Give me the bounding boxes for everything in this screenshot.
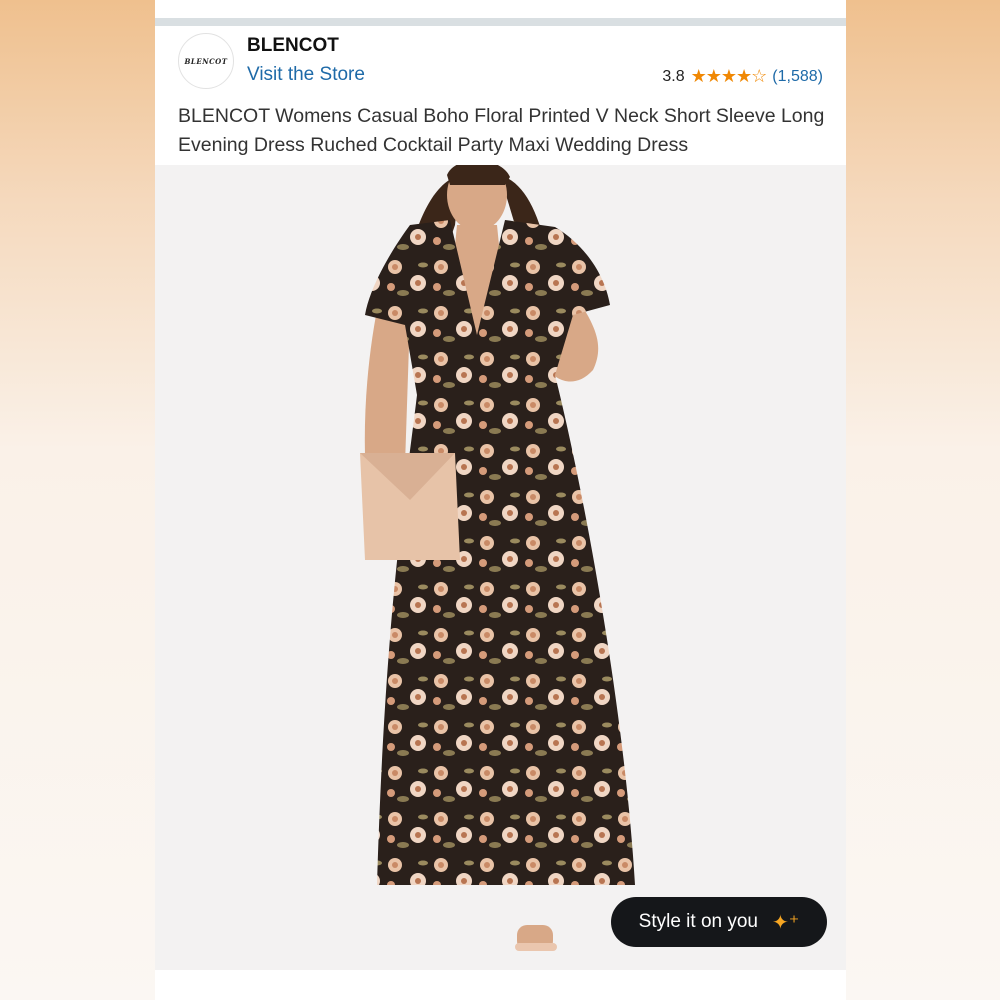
star-rating: ★ ★ ★ ★ ☆ [690, 66, 768, 87]
store-logo[interactable]: BLENCOT [178, 33, 234, 89]
style-it-on-you-button[interactable]: Style it on you ✦⁺ [611, 897, 827, 947]
rating-value: 3.8 [662, 67, 685, 85]
dress-illustration [360, 159, 635, 951]
rating-count[interactable]: (1,588) [772, 68, 823, 86]
sparkle-icon: ✦⁺ [772, 911, 800, 934]
star-full-icon: ★ [705, 66, 722, 86]
star-empty-icon: ☆ [751, 66, 767, 86]
store-logo-text: BLENCOT [184, 56, 228, 66]
product-title: BLENCOT Womens Casual Boho Floral Printe… [178, 105, 825, 156]
star-full-icon: ★ [736, 66, 752, 86]
product-card: BLENCOT BLENCOT Visit the Store 3.8 ★ ★ … [155, 0, 846, 1000]
top-bar [155, 0, 846, 26]
star-full-icon: ★ [720, 66, 737, 86]
product-image[interactable] [155, 159, 846, 970]
brand-name: BLENCOT [247, 35, 339, 56]
rating-summary[interactable]: 3.8 ★ ★ ★ ★ ☆ (1,588) [662, 66, 823, 87]
bottom-strip [155, 970, 846, 1000]
style-button-label: Style it on you [638, 911, 758, 932]
background-right [846, 0, 1000, 1000]
star-full-icon: ★ [690, 66, 707, 86]
visit-store-link[interactable]: Visit the Store [247, 64, 365, 86]
top-divider [155, 18, 846, 26]
background-left [0, 0, 155, 1000]
